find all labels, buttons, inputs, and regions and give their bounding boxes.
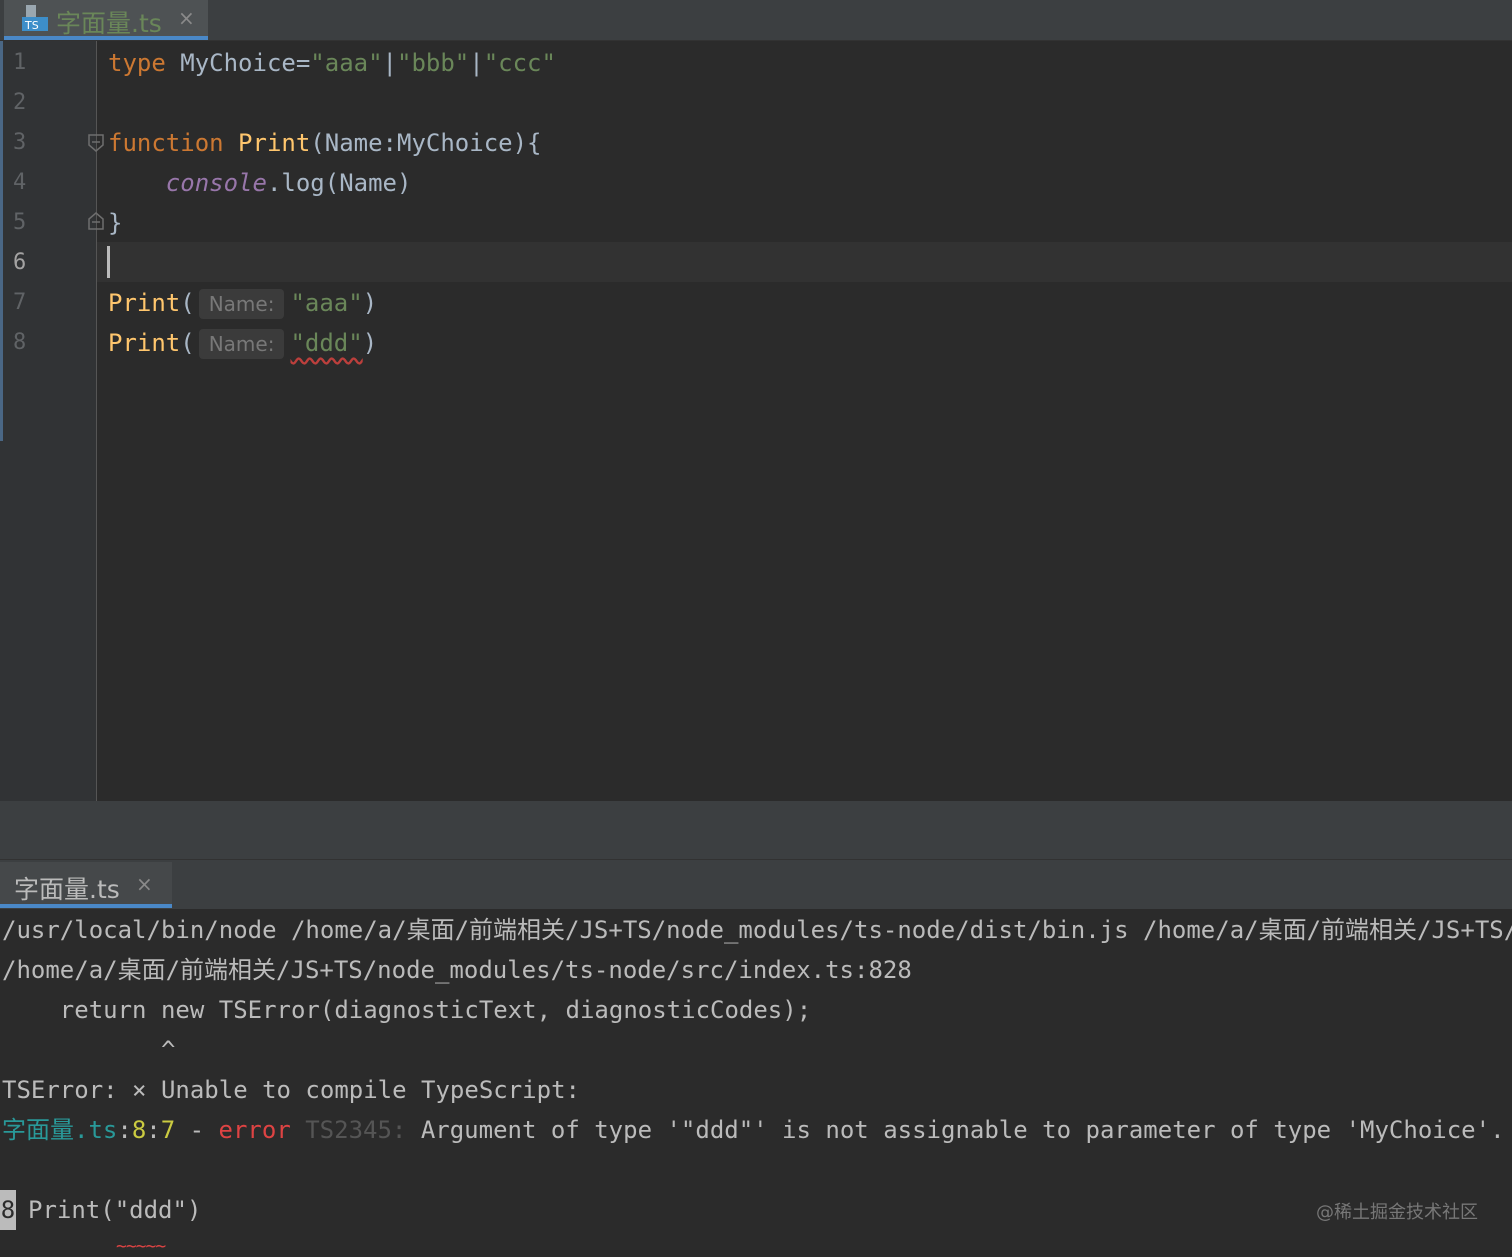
current-line-highlight	[97, 242, 1512, 282]
line-number: 7	[13, 290, 27, 315]
line-number: 4	[13, 170, 27, 195]
text-caret	[107, 246, 110, 278]
typescript-file-icon: TS	[22, 5, 48, 32]
console-line: TSError: × Unable to compile TypeScript:	[2, 1076, 580, 1104]
code-line-1: type MyChoice="aaa"|"bbb"|"ccc"	[108, 49, 556, 77]
code-line-4: console.log(Name)	[165, 169, 412, 197]
line-number: 2	[13, 90, 27, 115]
console-line[interactable]: /home/a/桌面/前端相关/JS+TS/node_modules/ts-no…	[2, 950, 912, 990]
console-line: ^	[2, 1036, 176, 1064]
line-number-gutter: 1 2 3 4 5 6 7 8	[0, 41, 97, 801]
console-line: /usr/local/bin/node /home/a/桌面/前端相关/JS+T…	[2, 916, 1512, 944]
editor-status-strip	[0, 801, 1512, 859]
error-source-line: Print("ddd")	[28, 1196, 202, 1224]
parameter-hint: Name:	[198, 329, 285, 359]
code-line-7: Print(Name: "aaa")	[108, 289, 378, 319]
close-icon[interactable]: ×	[136, 872, 153, 896]
parameter-hint: Name:	[198, 289, 285, 319]
console-error-line: 字面量.ts:8:7 - error TS2345: Argument of t…	[2, 1116, 1505, 1144]
fold-end-icon[interactable]	[88, 212, 104, 230]
vcs-change-marker	[0, 41, 3, 441]
run-tab-bar	[0, 859, 1512, 910]
code-line-3: function Print(Name:MyChoice){	[108, 129, 542, 157]
line-number: 3	[13, 130, 27, 155]
run-tab-label[interactable]: 字面量.ts	[14, 870, 120, 906]
editor-tab-bar	[0, 0, 1512, 41]
line-number: 1	[13, 50, 27, 75]
line-number-current: 6	[13, 250, 27, 275]
svg-text:TS: TS	[24, 19, 39, 32]
editor-tab-label[interactable]: 字面量.ts	[56, 4, 162, 40]
line-number: 5	[13, 210, 27, 235]
fold-open-icon[interactable]	[88, 134, 104, 152]
code-line-8: Print(Name: "ddd")	[108, 329, 378, 359]
code-line-5: }	[108, 209, 123, 237]
watermark: @稀土掘金技术社区	[1316, 1202, 1478, 1223]
close-icon[interactable]: ×	[178, 6, 195, 30]
console-line: return new TSError(diagnosticText, diagn…	[2, 996, 812, 1024]
error-source-line-number: 8	[0, 1190, 16, 1230]
error-highlight[interactable]: "ddd"	[290, 329, 362, 357]
error-file-link[interactable]: 字面量.ts	[2, 1116, 117, 1144]
line-number: 8	[13, 330, 27, 355]
error-underline: ~~~~~	[116, 1236, 166, 1257]
